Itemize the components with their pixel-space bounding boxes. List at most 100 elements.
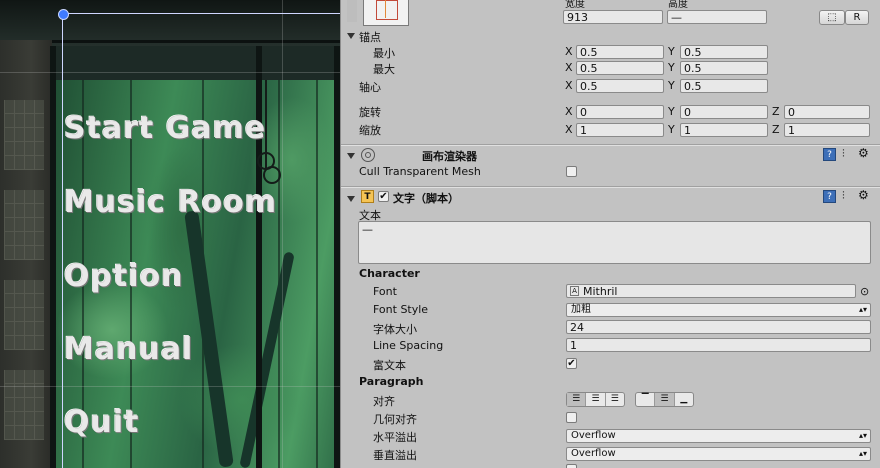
rotation-y-field[interactable]: 0 [680,105,768,119]
axis-x-label: X [565,123,573,136]
preset-sliders-icon[interactable]: ⫶ [842,189,845,203]
line-spacing-label: Line Spacing [373,339,444,352]
menu-item-manual[interactable]: Manual [64,332,193,367]
dropdown-arrow-icon: ▴▾ [858,449,867,458]
canvas-renderer-foldout-arrow[interactable] [347,153,355,159]
geometry-align-label: 几何对齐 [373,413,417,426]
menu-item-option[interactable]: Option [64,259,184,294]
pivot-y-field[interactable]: 0.5 [680,79,768,93]
shoji-panel [4,370,44,440]
text-component-title: 文字（脚本） [393,192,459,205]
anchor-presets-button[interactable] [363,0,409,26]
height-field[interactable]: — [667,10,767,24]
menu-item-music-room[interactable]: Music Room [64,185,277,220]
font-style-value: 加粗 [571,304,591,315]
axis-x-label: X [565,61,573,74]
scale-z-field[interactable]: 1 [784,123,870,137]
blueprint-mode-button[interactable]: ⬚ [819,10,845,25]
align-bottom-button[interactable]: ▁ [673,393,693,406]
anchors-label: 锚点 [359,31,381,44]
text-content-area[interactable]: — [358,221,871,264]
character-section-header: Character [359,267,420,280]
text-script-icon: T [361,190,374,203]
help-icon[interactable]: ? [823,190,836,203]
align-right-button[interactable]: ☰ [604,393,624,406]
rope-knot [263,166,281,184]
axis-x-label: X [565,79,573,92]
scale-label: 缩放 [359,124,381,137]
rect-outline-left [62,13,63,468]
alignment-label: 对齐 [373,395,395,408]
anchor-min-x-field[interactable]: 0.5 [576,45,664,59]
axis-y-label: Y [668,79,675,92]
best-fit-checkbox[interactable] [566,464,577,468]
align-middle-button[interactable]: ☰ [654,393,674,406]
text-component-foldout-arrow[interactable] [347,196,355,202]
rich-text-checkbox[interactable]: ✔ [566,358,577,369]
axis-z-label: Z [772,123,780,136]
horizontal-overflow-value: Overflow [571,430,616,441]
anchor-max-y-field[interactable]: 0.5 [680,61,768,75]
anchor-min-y-field[interactable]: 0.5 [680,45,768,59]
tree-trunk [239,251,295,468]
gear-icon[interactable]: ⚙ [858,188,869,202]
scene-view[interactable]: Start Game Music Room Option Manual Quit [0,0,340,468]
left-wall [0,40,52,468]
rect-pivot-handle[interactable] [58,9,69,20]
pivot-x-field[interactable]: 0.5 [576,79,664,93]
anchors-foldout-arrow[interactable] [347,33,355,39]
canvas-renderer-icon-inner [365,152,371,158]
paragraph-section-header: Paragraph [359,375,424,388]
text-component-enabled-checkbox[interactable]: ✔ [378,191,389,202]
geometry-align-checkbox[interactable] [566,412,577,423]
line-spacing-field[interactable]: 1 [566,338,871,352]
vertical-overflow-dropdown[interactable]: Overflow ▴▾ [566,447,871,461]
align-center-button[interactable]: ☰ [585,393,604,406]
help-icon[interactable]: ? [823,148,836,161]
font-label: Font [373,285,397,298]
shoji-panel [4,190,44,260]
inspector-panel: 宽度 高度 913 — ⬚ R 锚点 最小 X 0.5 Y 0.5 最大 X 0… [340,0,880,468]
anchor-cross-v [385,0,386,18]
gear-icon[interactable]: ⚙ [858,146,869,160]
cull-transparent-mesh-checkbox[interactable] [566,166,577,177]
shoji-panel [4,280,44,350]
scale-y-field[interactable]: 1 [680,123,768,137]
axis-y-label: Y [668,105,675,118]
rotation-z-field[interactable]: 0 [784,105,870,119]
vertical-overflow-value: Overflow [571,448,616,459]
axis-z-label: Z [772,105,780,118]
vertical-alignment-group: ▔ ☰ ▁ [635,392,694,407]
font-size-label: 字体大小 [373,323,417,336]
horizontal-overflow-dropdown[interactable]: Overflow ▴▾ [566,429,871,443]
pivot-label: 轴心 [359,81,381,94]
object-picker-icon[interactable]: ⊙ [860,285,869,298]
axis-y-label: Y [668,61,675,74]
raw-edit-button[interactable]: R [845,10,869,25]
rich-text-label: 富文本 [373,359,406,372]
bamboo-stalk [316,80,318,468]
rotation-label: 旋转 [359,106,381,119]
font-size-field[interactable]: 24 [566,320,871,334]
font-style-label: Font Style [373,303,429,316]
align-top-button[interactable]: ▔ [636,393,654,406]
axis-y-label: Y [668,123,675,136]
menu-item-quit[interactable]: Quit [64,405,139,440]
canvas-renderer-title: 画布渲染器 [422,150,477,163]
shoji-panel [4,100,44,170]
width-label: 宽度 [565,0,585,10]
anchor-max-x-field[interactable]: 0.5 [576,61,664,75]
menu-item-start-game[interactable]: Start Game [64,111,266,146]
font-style-dropdown[interactable]: 加粗 ▴▾ [566,303,871,317]
horizontal-overflow-label: 水平溢出 [373,431,417,444]
rotation-x-field[interactable]: 0 [576,105,664,119]
align-left-button[interactable]: ☰ [567,393,586,406]
width-field[interactable]: 913 [563,10,663,24]
dropdown-arrow-icon: ▴▾ [858,431,867,440]
cull-transparent-mesh-label: Cull Transparent Mesh [359,165,481,178]
font-asset-icon: A [570,286,579,296]
scale-x-field[interactable]: 1 [576,123,664,137]
font-field[interactable]: A Mithril [566,284,856,298]
preset-sliders-icon[interactable]: ⫶ [842,147,845,161]
horizontal-alignment-group: ☰ ☰ ☰ [566,392,625,407]
